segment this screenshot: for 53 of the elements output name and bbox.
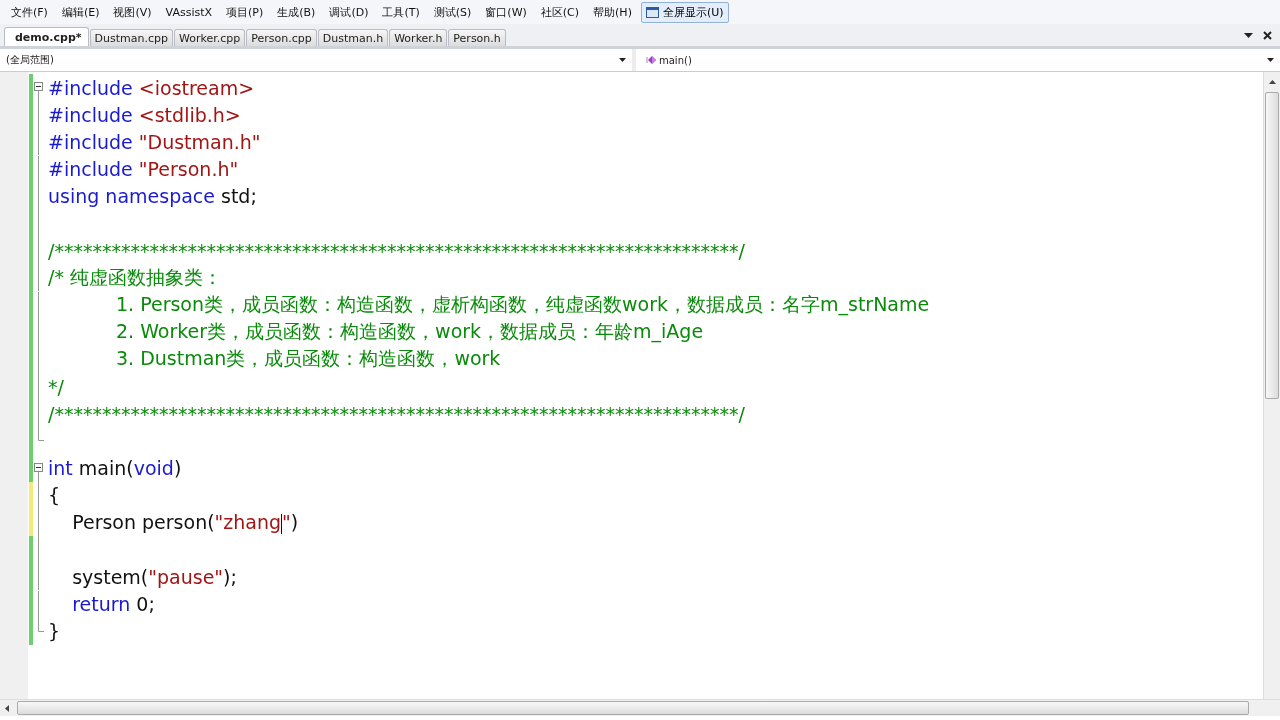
file-tab[interactable]: demo.cpp*	[4, 27, 89, 46]
code-line: }	[48, 620, 61, 643]
menu-item[interactable]: 编辑(E)	[54, 4, 107, 20]
horizontal-scrollbar[interactable]	[0, 699, 1280, 716]
code-comment: /************************************************************************/	[48, 239, 745, 262]
code-comment: /************************************************************************/	[48, 402, 745, 425]
caret-icon	[619, 58, 626, 62]
code-line: int main(void)	[48, 457, 182, 480]
file-tab[interactable]: Worker.cpp	[174, 29, 246, 46]
code-comment: */	[48, 375, 64, 398]
code-line: return 0;	[71, 593, 155, 616]
scrollbar-thumb[interactable]	[17, 701, 1249, 715]
menu-item[interactable]: 视图(V)	[106, 4, 159, 20]
code-line: #include "Dustman.h"	[48, 130, 261, 153]
code-line: #include <iostream>	[48, 76, 255, 99]
caret-icon	[1267, 58, 1274, 62]
file-tab[interactable]: Person.h	[448, 29, 506, 46]
menu-item[interactable]: 窗口(W)	[478, 4, 534, 20]
menu-item[interactable]: VAssistX	[158, 5, 220, 19]
scroll-up-icon[interactable]	[1268, 80, 1276, 84]
menu-item[interactable]: 帮助(H)	[586, 4, 639, 20]
menu-item[interactable]: 工具(T)	[375, 4, 427, 20]
fold-end	[38, 617, 44, 632]
method-icon	[646, 55, 657, 65]
code-line: #include <stdlib.h>	[48, 103, 241, 126]
file-tab[interactable]: Worker.h	[389, 29, 448, 46]
vertical-scrollbar[interactable]	[1263, 72, 1280, 699]
member-dropdown[interactable]: main()	[636, 49, 1280, 71]
code-line: system("pause");	[71, 565, 237, 588]
menu-item[interactable]: 社区(C)	[533, 4, 587, 20]
file-tab[interactable]: Dustman.cpp	[89, 29, 173, 46]
fullscreen-button[interactable]: 全屏显示(U)	[640, 1, 729, 23]
code-comment: /* 纯虚函数抽象类：	[48, 264, 222, 290]
scroll-left-icon[interactable]	[5, 704, 9, 712]
close-icon[interactable]	[1263, 31, 1272, 40]
code-line: Person person("zhang")	[71, 511, 299, 534]
dropdown-icon[interactable]	[1244, 32, 1253, 39]
window-icon	[645, 6, 659, 18]
scrollbar-thumb[interactable]	[1265, 92, 1279, 399]
menu-item[interactable]: 生成(B)	[270, 4, 323, 20]
code-comment: 2. Worker类，成员函数：构造函数，work，数据成员：年龄m_iAge	[115, 319, 704, 345]
code-comment: 1. Person类，成员函数：构造函数，虚析构函数，纯虚函数work，数据成员：名字m_strName	[115, 292, 930, 318]
menu-item[interactable]: 调试(D)	[322, 4, 376, 20]
file-tab[interactable]: Dustman.h	[317, 29, 389, 46]
menu-item[interactable]: 测试(S)	[426, 4, 479, 20]
file-tab[interactable]: Person.cpp	[246, 29, 317, 46]
code-line: #include "Person.h"	[48, 158, 239, 181]
menu-item[interactable]: 项目(P)	[219, 4, 271, 20]
code-comment: 3. Dustman类，成员函数：构造函数，work	[115, 346, 501, 372]
code-line: {	[48, 484, 61, 507]
code-line: using namespace std;	[48, 185, 257, 208]
fold-end	[38, 427, 44, 442]
menu-item[interactable]: 文件(F)	[4, 4, 55, 20]
